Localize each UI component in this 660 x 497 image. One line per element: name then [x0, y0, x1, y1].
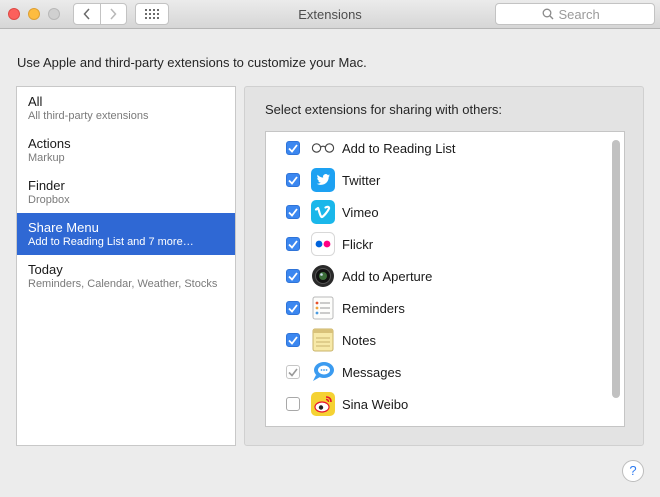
checkmark-icon — [288, 368, 298, 377]
checkmark-icon — [288, 207, 298, 217]
sidebar-item-actions[interactable]: Actions Markup — [17, 129, 235, 171]
checkmark-icon — [288, 239, 298, 249]
checkbox[interactable] — [286, 141, 300, 155]
reading-list-glasses-icon — [311, 136, 335, 160]
extension-category-list: All All third-party extensions Actions M… — [16, 86, 236, 446]
list-item: Notes — [266, 324, 606, 356]
sidebar-item-finder[interactable]: Finder Dropbox — [17, 171, 235, 213]
sidebar-item-subtitle: Markup — [28, 152, 65, 164]
messages-icon — [311, 360, 335, 384]
flickr-icon — [311, 232, 335, 256]
checkbox-disabled — [286, 365, 300, 379]
sidebar-item-today[interactable]: Today Reminders, Calendar, Weather, Stoc… — [17, 255, 235, 297]
checkbox[interactable] — [286, 397, 300, 411]
search-field[interactable] — [495, 3, 655, 25]
extensions-panel: Select extensions for sharing with other… — [244, 86, 644, 446]
list-item: Twitter — [266, 164, 606, 196]
sidebar-item-title: All — [28, 94, 43, 109]
reminders-icon — [311, 296, 335, 320]
intro-text: Use Apple and third-party extensions to … — [17, 55, 367, 70]
checkmark-icon — [288, 271, 298, 281]
sidebar-item-share-menu[interactable]: Share Menu Add to Reading List and 7 mor… — [17, 213, 235, 255]
checkbox[interactable] — [286, 205, 300, 219]
list-item: Vimeo — [266, 196, 606, 228]
checkbox[interactable] — [286, 301, 300, 315]
list-item: Reminders — [266, 292, 606, 324]
extension-label: Add to Reading List — [342, 140, 456, 156]
list-item: Messages — [266, 356, 606, 388]
scrollbar[interactable] — [612, 140, 620, 398]
sidebar-item-subtitle: Add to Reading List and 7 more… — [28, 236, 194, 248]
checkmark-icon — [288, 335, 298, 345]
checkmark-icon — [288, 143, 298, 153]
sidebar-item-subtitle: All third-party extensions — [28, 110, 149, 122]
list-item: Add to Reading List — [266, 132, 606, 164]
checkbox[interactable] — [286, 173, 300, 187]
sidebar-item-subtitle: Reminders, Calendar, Weather, Stocks — [28, 278, 218, 290]
sidebar-item-subtitle: Dropbox — [28, 194, 70, 206]
title-bar: Extensions — [0, 0, 660, 29]
extension-label: Add to Aperture — [342, 268, 433, 284]
extension-label: Vimeo — [342, 204, 379, 220]
sidebar-item-title: Actions — [28, 136, 71, 151]
vimeo-icon — [311, 200, 335, 224]
sidebar-item-all[interactable]: All All third-party extensions — [17, 87, 235, 129]
sidebar-item-title: Finder — [28, 178, 65, 193]
list-item: Sina Weibo — [266, 388, 606, 420]
aperture-icon — [311, 264, 335, 288]
extension-label: Notes — [342, 332, 376, 348]
list-item: Flickr — [266, 228, 606, 260]
checkbox[interactable] — [286, 333, 300, 347]
checkmark-icon — [288, 175, 298, 185]
sidebar-item-title: Share Menu — [28, 220, 99, 235]
search-icon — [542, 8, 553, 20]
help-button[interactable]: ? — [622, 460, 644, 482]
sidebar-item-title: Today — [28, 262, 63, 277]
extension-label: Flickr — [342, 236, 374, 252]
twitter-icon — [311, 168, 335, 192]
panel-label: Select extensions for sharing with other… — [265, 102, 503, 117]
extension-label: Reminders — [342, 300, 405, 316]
checkbox[interactable] — [286, 237, 300, 251]
extension-label: Sina Weibo — [342, 396, 409, 412]
checkbox[interactable] — [286, 269, 300, 283]
notes-icon — [311, 328, 335, 352]
list-item: Add to Aperture — [266, 260, 606, 292]
checkmark-icon — [288, 303, 298, 313]
search-input[interactable] — [558, 6, 609, 22]
sina-weibo-icon — [311, 392, 335, 416]
extensions-list: Add to Reading List Twitter Vimeo Flickr… — [265, 131, 625, 427]
extension-label: Twitter — [342, 172, 381, 188]
extension-label: Messages — [342, 364, 402, 380]
